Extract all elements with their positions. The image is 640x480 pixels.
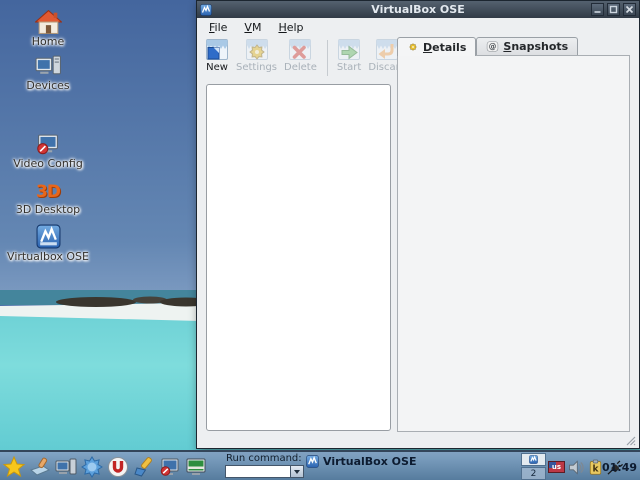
virtualbox-window: VirtualBox OSE File VM Help New Settings… [196, 0, 640, 449]
new-vm-icon [206, 39, 228, 60]
desktop-icon-3d-desktop[interactable]: 3D 3D Desktop [0, 182, 96, 216]
run-command-input[interactable] [225, 465, 291, 478]
discard-icon [376, 39, 399, 60]
start-button[interactable]: Start [337, 38, 361, 73]
workspace-window-icon [529, 455, 538, 464]
taskbar-task-virtualbox[interactable]: VirtualBox OSE [306, 455, 416, 468]
svg-text:@: @ [489, 42, 497, 51]
video-config-icon [37, 134, 58, 155]
stamp-icon [29, 457, 51, 476]
desktop-icon-label: Devices [26, 79, 70, 92]
new-vm-button[interactable]: New [205, 38, 229, 73]
home-icon [34, 9, 62, 34]
delete-button[interactable]: Delete [284, 38, 317, 73]
desktop-icon-label: Home [31, 35, 65, 48]
klipper-icon[interactable]: k [588, 459, 603, 476]
tab-snapshots[interactable]: @ Snapshots [476, 37, 579, 55]
close-icon [625, 5, 634, 14]
window-titlebar[interactable]: VirtualBox OSE [197, 1, 639, 18]
virtualbox-task-icon [306, 455, 319, 468]
video-config-launcher[interactable] [158, 455, 182, 479]
keyboard-layout-indicator[interactable]: us [548, 461, 565, 473]
menu-star-button[interactable] [2, 455, 26, 479]
settings-label: Settings [236, 62, 278, 73]
tab-details-label: Details [423, 40, 467, 54]
close-button[interactable] [623, 3, 636, 16]
desktop: Home Devices Video Config 3D 3D Desktop [0, 0, 640, 480]
spiky-ball-icon [81, 456, 103, 478]
new-vm-label: New [206, 62, 228, 73]
u-ring-icon [108, 457, 128, 477]
stamp-launcher[interactable] [28, 455, 52, 479]
task-button-label: VirtualBox OSE [323, 455, 417, 468]
green-display-icon [186, 458, 206, 475]
window-title: VirtualBox OSE [371, 3, 465, 16]
delete-icon [289, 39, 312, 60]
star-icon [3, 456, 25, 478]
virtualbox-icon [36, 224, 60, 249]
volume-icon[interactable] [568, 459, 585, 476]
vm-list-panel[interactable] [206, 84, 391, 431]
run-command-dropdown-button[interactable] [291, 465, 304, 478]
brush-launcher[interactable] [132, 455, 156, 479]
minimize-icon [594, 11, 601, 13]
desktop-icon-label: Virtualbox OSE [7, 250, 89, 263]
computer-launcher[interactable] [54, 455, 78, 479]
menubar: File VM Help [197, 18, 639, 37]
minimize-button[interactable] [591, 3, 604, 16]
window-titlebar-icon [200, 3, 212, 16]
clock-label: 01:49 [601, 460, 637, 474]
brush-icon [134, 457, 152, 477]
devices-icon [35, 55, 61, 75]
desktop-icon-home[interactable]: Home [0, 9, 96, 48]
menu-file[interactable]: File [206, 20, 230, 35]
toolbar-separator [326, 40, 328, 76]
keyboard-layout-label: us [551, 462, 562, 471]
maximize-icon [609, 5, 618, 14]
workspace-2-label: 2 [530, 468, 537, 479]
taskbar-clock: 01:49 [602, 452, 637, 480]
workspace-2-cell[interactable]: 2 [521, 467, 546, 480]
details-panel [397, 55, 630, 432]
start-label: Start [336, 62, 362, 73]
desktop-icon-virtualbox[interactable]: Virtualbox OSE [0, 224, 96, 263]
resize-grip[interactable] [626, 436, 636, 446]
display-launcher[interactable] [184, 455, 208, 479]
taskbar: Run command: VirtualBox OSE 2 us k 01:49 [0, 450, 640, 480]
window-statusbar [199, 434, 637, 447]
video-config-tray-icon [160, 458, 179, 476]
tab-details[interactable]: Details [397, 37, 477, 56]
desktop-icon-label: Video Config [13, 157, 83, 170]
menu-help[interactable]: Help [275, 20, 306, 35]
details-tab-icon [409, 43, 417, 51]
tab-snapshots-label: Snapshots [503, 40, 569, 53]
settings-button[interactable]: Settings [236, 38, 277, 73]
maximize-button[interactable] [607, 3, 620, 16]
workspace-pager: 2 [521, 453, 546, 480]
start-icon [338, 39, 361, 60]
desktop-icon-label: 3D Desktop [15, 203, 81, 216]
u-app-launcher[interactable] [106, 455, 130, 479]
menu-vm[interactable]: VM [241, 20, 264, 35]
taskbar-launchers [2, 455, 208, 479]
run-command-label: Run command: [226, 453, 302, 464]
run-command-block: Run command: [225, 453, 304, 478]
computer-icon [55, 458, 77, 475]
spiky-mascot-launcher[interactable] [80, 455, 104, 479]
delete-label: Delete [284, 62, 317, 73]
settings-icon [245, 39, 268, 60]
details-snapshots-tabs: Details @ Snapshots [397, 37, 579, 56]
workspace-1-cell[interactable] [521, 453, 546, 466]
chevron-down-icon [294, 469, 300, 474]
desktop-icon-devices[interactable]: Devices [0, 53, 96, 92]
desktop-icon-video-config[interactable]: Video Config [0, 133, 96, 170]
snapshots-tab-icon: @ [487, 41, 499, 52]
3d-icon: 3D [36, 182, 61, 202]
svg-text:k: k [593, 464, 600, 474]
